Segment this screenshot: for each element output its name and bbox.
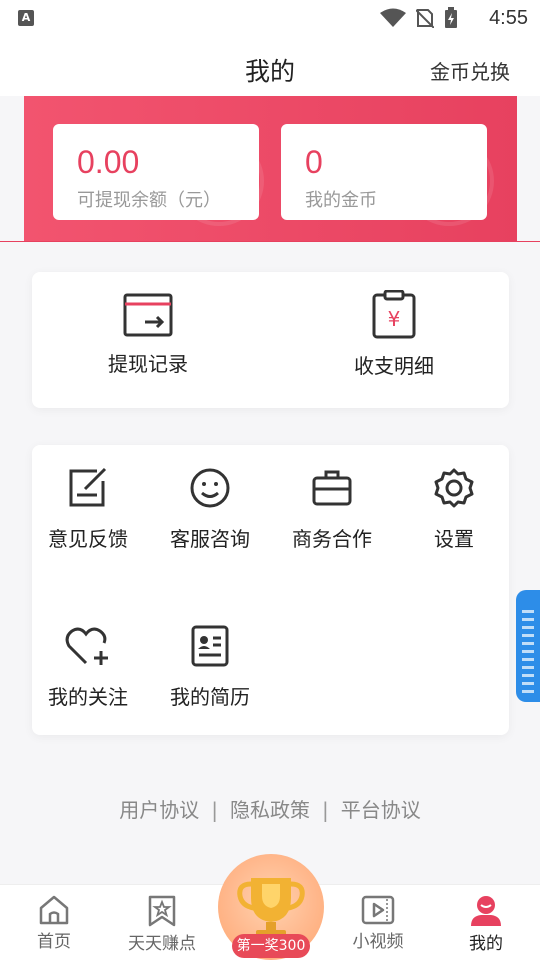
income-detail-icon: ¥ xyxy=(372,290,416,339)
banner-divider xyxy=(0,241,540,242)
income-detail-label: 收支明细 xyxy=(354,354,434,378)
services-card: 意见反馈 客服咨询 商务合作 设置 我的关注 我的简历 xyxy=(32,445,509,735)
customer-service-item[interactable]: 客服咨询 xyxy=(162,467,258,552)
my-resume-item[interactable]: 我的简历 xyxy=(162,625,258,710)
user-icon xyxy=(471,896,501,926)
platform-agreement-link[interactable]: 平台协议 xyxy=(341,794,421,823)
footer-links: 用户协议 | 隐私政策 | 平台协议 xyxy=(0,794,540,823)
withdrawable-amount: 0.00 xyxy=(77,144,140,180)
user-agreement-link[interactable]: 用户协议 xyxy=(119,794,199,823)
nav-earn-label: 天天赚点 xyxy=(128,934,196,954)
coins-amount: 0 xyxy=(305,144,323,180)
privacy-policy-link[interactable]: 隐私政策 xyxy=(230,794,310,823)
feedback-icon xyxy=(69,467,107,507)
customer-service-label: 客服咨询 xyxy=(170,527,250,551)
nav-video-label: 小视频 xyxy=(352,932,404,952)
withdraw-record-label: 提现记录 xyxy=(108,352,188,376)
settings-item[interactable]: 设置 xyxy=(406,467,502,552)
settings-label: 设置 xyxy=(434,527,474,551)
business-cooperation-label: 商务合作 xyxy=(292,527,372,551)
nav-home[interactable]: 首页 xyxy=(0,885,108,960)
heart-plus-icon xyxy=(65,627,108,665)
customer-service-icon xyxy=(190,468,230,508)
balance-banner: ¥ ¥ 0.00 可提现余额（元） 0 我的金币 xyxy=(24,96,517,241)
feedback-item[interactable]: 意见反馈 xyxy=(40,467,136,552)
link-separator: | xyxy=(211,798,218,822)
video-icon xyxy=(361,895,395,925)
coins-label: 我的金币 xyxy=(305,190,377,211)
battery-charging-icon xyxy=(445,7,457,28)
clock: 4:55 xyxy=(489,7,528,29)
status-bar: A 4:55 xyxy=(0,0,540,36)
nav-video[interactable]: 小视频 xyxy=(324,885,432,960)
feedback-label: 意见反馈 xyxy=(48,527,128,551)
briefcase-icon xyxy=(312,470,352,506)
records-card: 提现记录 ¥ 收支明细 xyxy=(32,272,509,408)
floating-side-tab[interactable] xyxy=(516,590,540,702)
withdrawable-label: 可提现余额（元） xyxy=(77,190,221,211)
my-follows-label: 我的关注 xyxy=(48,685,128,709)
notification-icon: A xyxy=(18,10,34,26)
withdraw-record-icon xyxy=(123,293,173,337)
withdraw-record-item[interactable]: 提现记录 xyxy=(88,292,208,377)
nav-earn[interactable]: 天天赚点 xyxy=(108,885,216,960)
wifi-icon xyxy=(380,8,406,27)
no-sim-icon xyxy=(416,9,434,28)
coins-card[interactable]: 0 我的金币 xyxy=(281,124,487,220)
svg-text:¥: ¥ xyxy=(388,307,401,331)
nav-home-label: 首页 xyxy=(37,932,71,952)
withdrawable-balance-card[interactable]: 0.00 可提现余额（元） xyxy=(53,124,259,220)
nav-mine[interactable]: 我的 xyxy=(432,885,540,960)
nav-mine-label: 我的 xyxy=(469,934,503,954)
coin-exchange-button[interactable]: 金币兑换 xyxy=(430,56,510,85)
income-detail-item[interactable]: ¥ 收支明细 xyxy=(334,290,454,379)
page-header: 我的 金币兑换 xyxy=(0,36,540,96)
bookmark-star-icon xyxy=(148,895,176,927)
prize-badge: 第一奖300 xyxy=(232,934,310,958)
home-icon xyxy=(39,895,69,925)
my-resume-label: 我的简历 xyxy=(170,685,250,709)
status-icons xyxy=(380,7,458,29)
my-follows-item[interactable]: 我的关注 xyxy=(40,625,136,710)
business-cooperation-item[interactable]: 商务合作 xyxy=(284,467,380,552)
gear-icon xyxy=(434,468,474,508)
link-separator: | xyxy=(322,798,329,822)
resume-icon xyxy=(191,625,229,667)
